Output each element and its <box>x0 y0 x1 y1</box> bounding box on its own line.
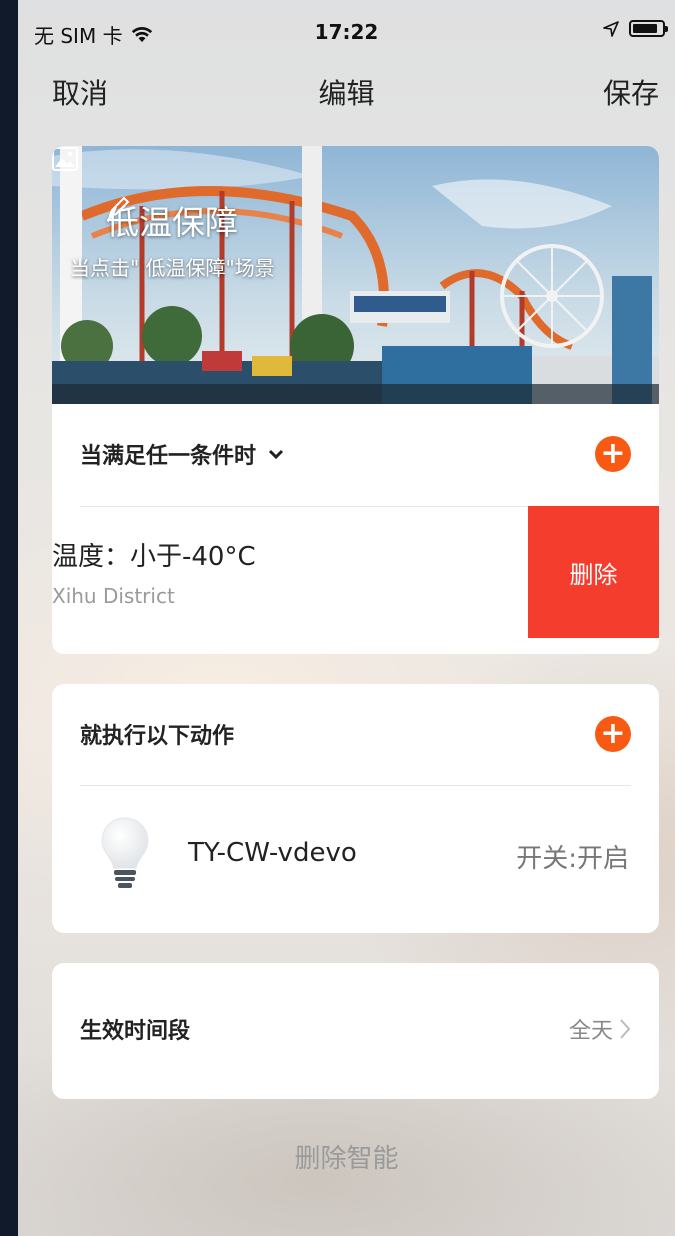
delete-condition-button[interactable]: 删除 <box>528 506 659 638</box>
device-state: 开关:开启 <box>516 844 629 874</box>
actions-header: 就执行以下动作 + <box>80 684 631 784</box>
battery-icon <box>629 20 668 37</box>
chevron-right-icon <box>620 1019 631 1039</box>
condition-title: 温度：小于-40°C <box>52 542 256 572</box>
conditions-header-label: 当满足任一条件时 <box>80 444 257 469</box>
chevron-down-icon[interactable] <box>268 444 284 465</box>
condition-row[interactable]: 温度：小于-40°C Xihu District 删除 <box>52 506 659 638</box>
location-arrow-icon <box>603 20 619 37</box>
condition-location: Xihu District <box>52 584 175 608</box>
phone-screen: 无 SIM 卡 17:22 取消 编辑 保存 低温保障 当点击" 低温保障"场景… <box>18 0 675 1236</box>
page-title: 编辑 <box>318 77 375 110</box>
action-card: 就执行以下动作 + TY-CW-vdevo 开关:开启 <box>52 684 659 933</box>
action-row[interactable]: TY-CW-vdevo 开关:开启 <box>52 786 659 931</box>
scene-cover-image[interactable]: 低温保障 当点击" 低温保障"场景 <box>52 146 659 404</box>
device-name: TY-CW-vdevo <box>188 838 357 868</box>
change-photo-icon[interactable] <box>52 146 78 172</box>
effective-period-value[interactable]: 全天 <box>569 1013 631 1045</box>
scene-name[interactable]: 低温保障 <box>106 196 238 244</box>
light-bulb-icon <box>101 817 149 888</box>
nav-bar: 取消 编辑 保存 <box>18 68 675 118</box>
save-button[interactable]: 保存 <box>603 72 659 112</box>
delete-smart-button[interactable]: 删除智能 <box>18 1138 675 1175</box>
trigger-card: 低温保障 当点击" 低温保障"场景 当满足任一条件时 + 温度：小于-40°C … <box>52 146 659 654</box>
add-condition-button[interactable]: + <box>595 436 631 472</box>
actions-header-label: 就执行以下动作 <box>80 724 235 749</box>
status-bar: 无 SIM 卡 17:22 <box>18 0 675 62</box>
effective-period-card[interactable]: 生效时间段 全天 <box>52 963 659 1099</box>
scene-description: 当点击" 低温保障"场景 <box>70 256 275 280</box>
edit-pencil-icon[interactable] <box>106 196 132 222</box>
status-right <box>603 20 668 37</box>
add-action-button[interactable]: + <box>595 716 631 752</box>
status-time: 17:22 <box>314 20 379 44</box>
effective-period-label: 生效时间段 <box>80 1019 191 1044</box>
conditions-header: 当满足任一条件时 + <box>80 404 631 504</box>
effective-period-value-text: 全天 <box>568 1019 613 1044</box>
